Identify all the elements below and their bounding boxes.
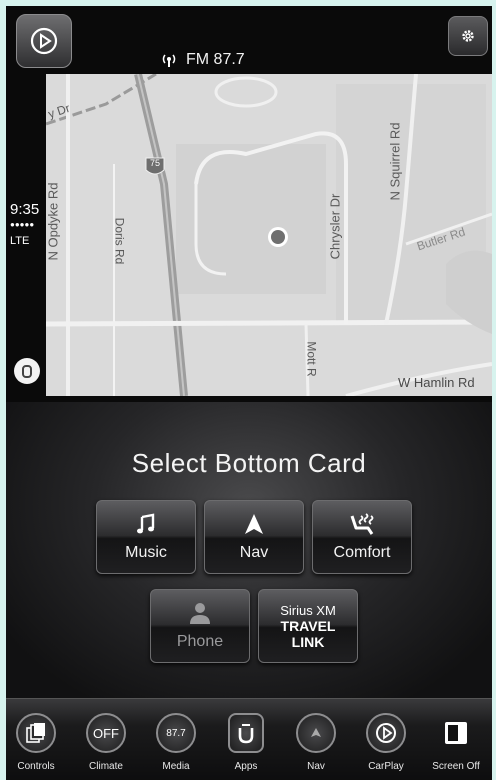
- media-button[interactable]: 87.7 Media: [146, 713, 206, 772]
- carplay-home-button[interactable]: [16, 14, 72, 68]
- music-note-icon: [137, 513, 155, 534]
- carplay-area: FM 87.7 9:35 ●●●●● LTE y Dr N Opdyke Rd …: [6, 6, 492, 402]
- map-label-interstate: 75: [150, 158, 161, 168]
- screen-off-label: Screen Off: [432, 761, 480, 772]
- card-phone-button[interactable]: Phone: [150, 589, 250, 663]
- media-label: Media: [162, 761, 190, 772]
- climate-state: OFF: [93, 725, 119, 741]
- nav-label: Nav: [307, 761, 325, 772]
- carplay-button[interactable]: CarPlay: [356, 713, 416, 772]
- nav-button[interactable]: Nav: [286, 713, 346, 772]
- now-playing-radio[interactable]: FM 87.7: [160, 48, 245, 72]
- person-icon: [190, 603, 210, 624]
- card-phone-label: Phone: [176, 633, 224, 650]
- carplay-play-icon: [30, 27, 58, 55]
- map-label-n-opdyke: N Opdyke Rd: [46, 182, 61, 261]
- carplay-label: CarPlay: [368, 761, 404, 772]
- clock-time: 9:35: [10, 201, 40, 218]
- map-label-squirrel: N Squirrel Rd: [387, 122, 403, 201]
- map-label-doris: Doris Rd: [112, 217, 127, 265]
- carplay-icon: [366, 713, 406, 753]
- map-view[interactable]: y Dr N Opdyke Rd Doris Rd 75 Chrysler Dr…: [46, 74, 492, 396]
- climate-button[interactable]: OFF Climate: [76, 713, 136, 772]
- controls-icon: [16, 713, 56, 753]
- controls-button[interactable]: Controls: [6, 713, 66, 772]
- apps-label: Apps: [234, 761, 258, 772]
- map-label-chrysler: Chrysler Dr: [327, 193, 343, 260]
- card-nav-button[interactable]: Nav: [204, 500, 304, 574]
- map-label-w-hamlin: W Hamlin Rd: [398, 375, 475, 390]
- apps-icon: [228, 713, 264, 753]
- control-bar: Controls OFF Climate 87.7 Media Apps Nav…: [6, 698, 492, 780]
- navigation-arrow-icon: [245, 514, 263, 534]
- radio-station: FM 87.7: [186, 51, 245, 68]
- screen-off-button[interactable]: Screen Off: [426, 713, 486, 772]
- screen-off-icon: [436, 713, 476, 753]
- link-label: LINK: [291, 633, 325, 650]
- carplay-home-indicator[interactable]: [14, 358, 40, 384]
- map-label-mott: Mott R: [304, 341, 319, 377]
- card-music-button[interactable]: Music: [96, 500, 196, 574]
- seat-comfort-icon: [350, 513, 374, 535]
- card-music-label: Music: [125, 544, 167, 561]
- card-comfort-button[interactable]: Comfort: [312, 500, 412, 574]
- status-column: 9:35 ●●●●● LTE: [6, 201, 46, 247]
- travel-label: TRAVEL: [280, 617, 336, 634]
- siriusxm-brand: Sirius XM: [280, 602, 336, 618]
- media-icon: 87.7: [156, 713, 196, 753]
- climate-label: Climate: [89, 761, 123, 772]
- antenna-icon: [162, 54, 176, 67]
- card-comfort-label: Comfort: [333, 544, 391, 561]
- head-unit-screen: FM 87.7 9:35 ●●●●● LTE y Dr N Opdyke Rd …: [0, 0, 496, 780]
- card-nav-label: Nav: [239, 544, 269, 561]
- network-type: LTE: [10, 235, 30, 247]
- apps-button[interactable]: Apps: [216, 713, 276, 772]
- nav-icon: [296, 713, 336, 753]
- climate-off-icon: OFF: [86, 713, 126, 753]
- gear-icon: [462, 30, 474, 42]
- controls-label: Controls: [17, 761, 55, 772]
- signal-strength: ●●●●●: [10, 220, 35, 229]
- card-siriusxm-travel-link-button[interactable]: Sirius XM TRAVEL LINK: [258, 589, 358, 663]
- media-frequency: 87.7: [166, 727, 186, 739]
- panel-title: Select Bottom Card: [131, 448, 367, 478]
- settings-button[interactable]: [448, 16, 488, 56]
